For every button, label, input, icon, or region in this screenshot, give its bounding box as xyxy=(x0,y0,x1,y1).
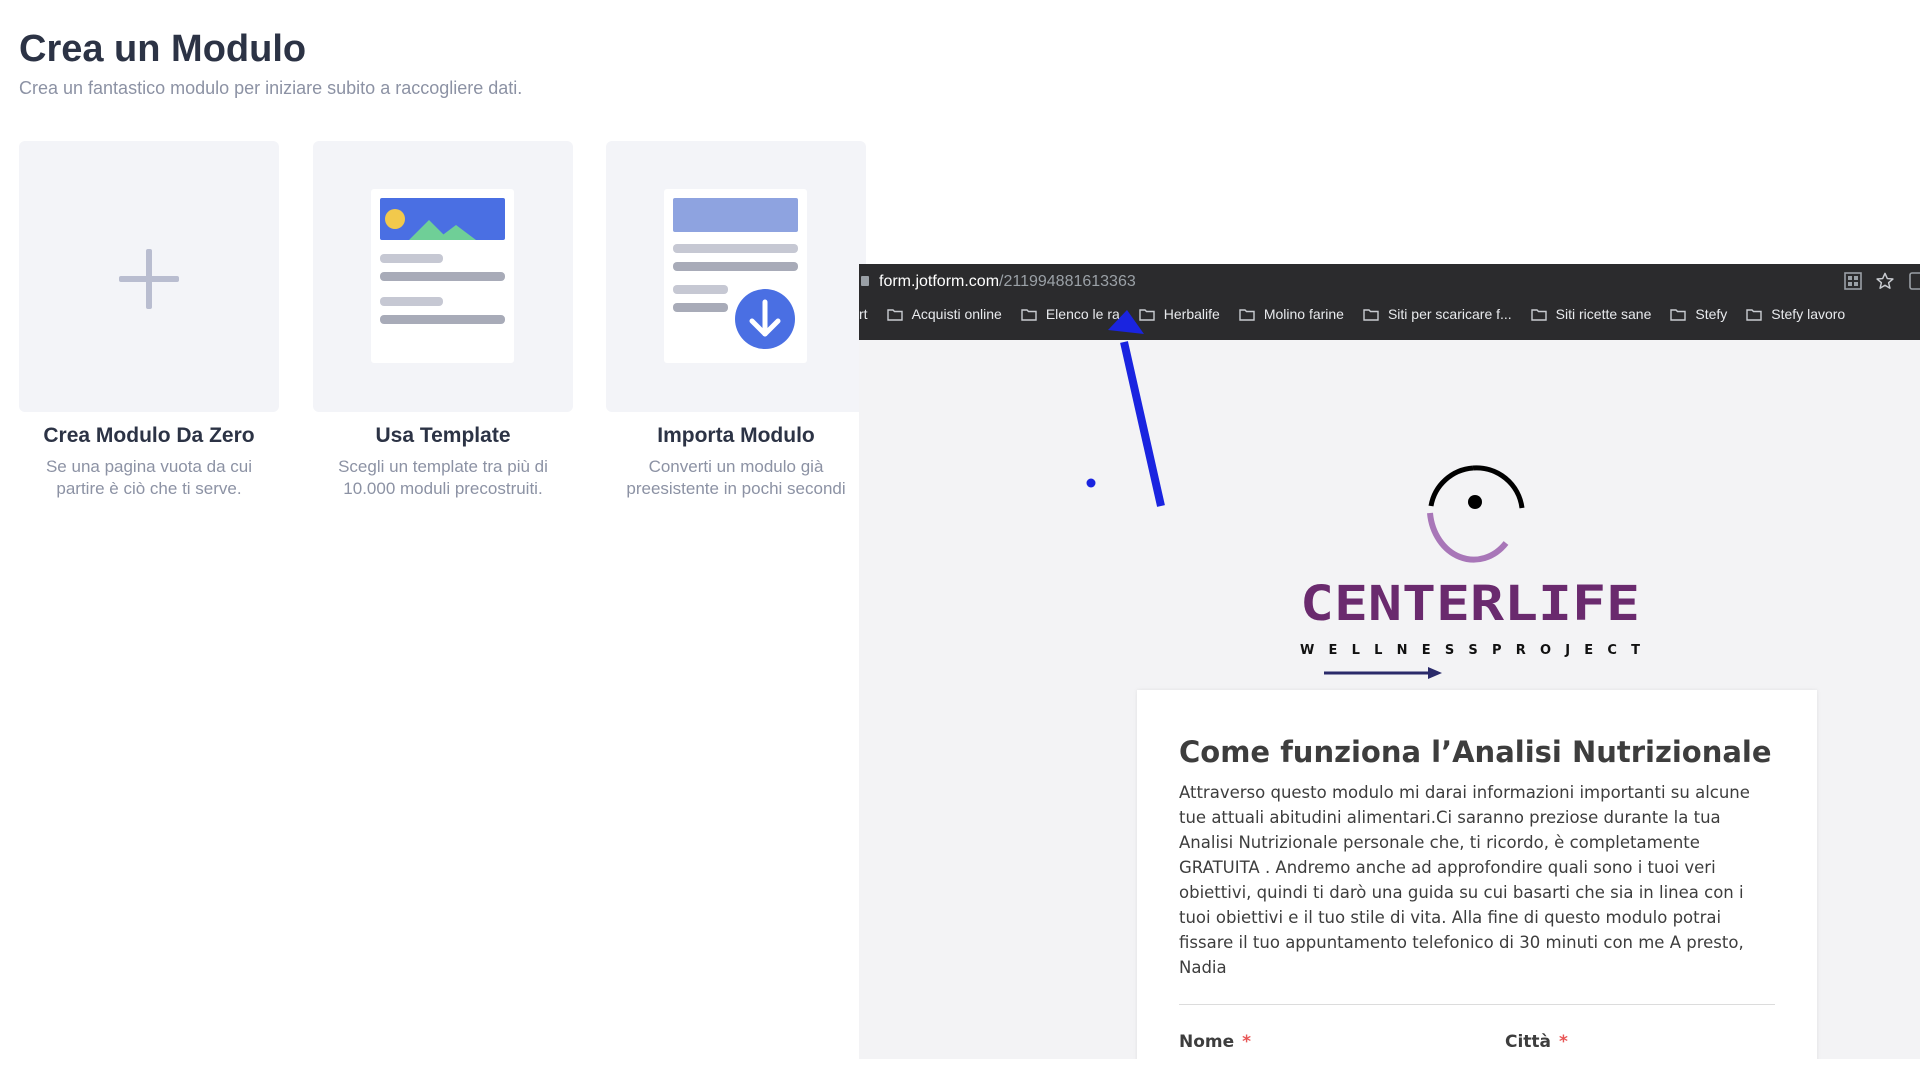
import-document-icon xyxy=(664,189,807,363)
card-title: Usa Template xyxy=(375,424,511,447)
card-description-line: 10.000 moduli precostruiti. xyxy=(343,479,543,498)
annotation-dot xyxy=(1086,478,1096,488)
form-description-line: Analisi Nutrizionale personale che, ti r… xyxy=(1179,833,1700,852)
card-title: Crea Modulo Da Zero xyxy=(43,424,255,447)
form-description-line: Attraverso questo modulo mi darai inform… xyxy=(1179,783,1750,802)
create-from-scratch-tile[interactable] xyxy=(19,141,279,412)
card-description-line: Scegli un template tra più di xyxy=(338,457,548,476)
divider xyxy=(1179,1004,1775,1005)
field-label-text: Città xyxy=(1505,1032,1552,1052)
svg-text:W E L L N E S S P R O J E C: W E L L N E S S P R O J E C T xyxy=(1300,643,1640,658)
use-template-tile[interactable] xyxy=(313,141,573,412)
card-description: Converti un modulo già preesistente in p… xyxy=(606,456,866,500)
card-description: Se una pagina vuota da cui partire è ciò… xyxy=(19,456,279,500)
field-label-citta: Città * xyxy=(1505,1032,1568,1052)
form-description-line: fissare il tuo appuntamento telefonico d… xyxy=(1179,933,1744,952)
card-description-line: Converti un modulo già xyxy=(648,457,824,476)
form-description-line: GRATUITA . Andremo anche ad approfondire… xyxy=(1179,858,1716,877)
form-description-line: Nadia xyxy=(1179,958,1227,977)
required-marker: * xyxy=(1242,1032,1252,1052)
field-label-text: Nome xyxy=(1179,1032,1235,1052)
use-template-card[interactable]: Usa Template Scegli un template tra più … xyxy=(313,141,573,500)
field-label-nome: Nome * xyxy=(1179,1032,1251,1052)
required-marker: * xyxy=(1559,1032,1568,1052)
form-heading: Come funziona l’Analisi Nutrizionale xyxy=(1179,735,1772,769)
form-description-line: tuoi obiettivi e il tuo stile di vita. A… xyxy=(1179,908,1722,927)
create-from-scratch-card[interactable]: Crea Modulo Da Zero Se una pagina vuota … xyxy=(19,141,279,500)
import-form-tile[interactable] xyxy=(606,141,866,412)
centerlife-logo-graphic: CENTERLIFE W E L L N E S S P R O J E C T xyxy=(1300,465,1640,679)
form-description-line: obiettivi, quindi ti darò una guida su c… xyxy=(1179,883,1744,902)
page-title: Crea un Modulo xyxy=(19,28,307,70)
page-subtitle: Crea un fantastico modulo per iniziare s… xyxy=(19,78,523,98)
embedded-browser-screenshot: form.jotform.com/211994881613363 rt Acqui… xyxy=(859,264,1920,1059)
svg-text:CENTERLIFE: CENTERLIFE xyxy=(1300,576,1640,632)
form-intro-card: Come funziona l’Analisi Nutrizionale Att… xyxy=(1137,690,1817,1059)
card-description: Scegli un template tra più di 10.000 mod… xyxy=(313,456,573,500)
form-description: Attraverso questo modulo mi darai inform… xyxy=(1179,780,1779,980)
card-description-line: Se una pagina vuota da cui xyxy=(45,457,253,476)
template-document-icon xyxy=(371,189,514,363)
centerlife-logo: CENTERLIFE W E L L N E S S P R O J E C T xyxy=(1300,440,1645,690)
page-header: Crea un Modulo Crea un fantastico modulo… xyxy=(19,28,522,99)
card-description-line: preesistente in pochi secondi xyxy=(626,479,846,498)
card-title: Importa Modulo xyxy=(657,424,815,447)
import-form-card[interactable]: Importa Modulo Converti un modulo già pr… xyxy=(606,141,866,500)
form-description-line: tue attuali abitudini alimentari.Ci sara… xyxy=(1179,808,1721,827)
card-description-line: partire è ciò che ti serve. xyxy=(56,479,242,498)
